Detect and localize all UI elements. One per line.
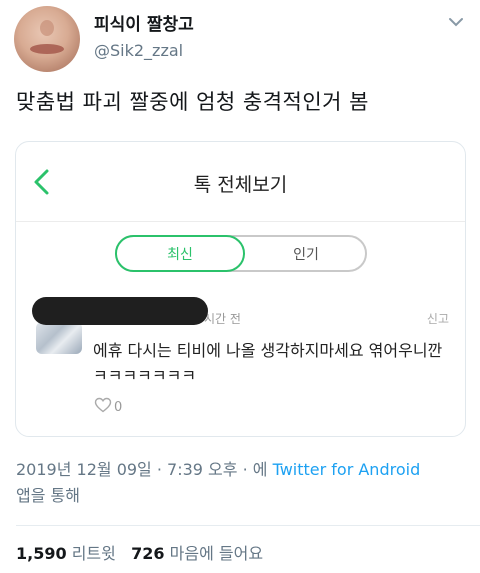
timestamp[interactable]: 2019년 12월 09일 · 7:39 오후 · 에 <box>16 460 267 479</box>
user-handle[interactable]: @Sik2_zzal <box>94 41 183 60</box>
media-screen-title: 톡 전체보기 <box>193 174 288 196</box>
tweet-meta: 2019년 12월 09일 · 7:39 오후 · 에 Twitter for … <box>16 457 466 509</box>
retweet-stat[interactable]: 1,590 리트윗 <box>16 544 116 563</box>
comment-time: 시간 전 <box>204 312 241 326</box>
retweet-count: 1,590 <box>16 544 67 563</box>
avatar[interactable] <box>14 6 80 72</box>
source-link[interactable]: Twitter for Android <box>273 460 421 479</box>
comment-avatar <box>36 322 82 354</box>
like-label: 마음에 들어요 <box>169 544 264 563</box>
avatar-face-detail <box>30 44 64 54</box>
tab-latest: 최신 <box>115 235 245 272</box>
tweet-stats: 1,590 리트윗 726 마음에 들어요 <box>16 540 263 564</box>
chevron-down-icon[interactable] <box>446 12 466 32</box>
report-label: 신고 <box>426 312 449 326</box>
comment-like: 0 <box>94 397 122 417</box>
avatar-face-detail <box>40 20 54 36</box>
source-suffix: 앱을 통해 <box>16 486 80 505</box>
sort-toggle: 최신 인기 <box>115 235 367 272</box>
tweet-text: 맞춤법 파괴 짤중에 엄청 충격적인거 봄 <box>16 90 369 114</box>
heart-icon <box>94 397 112 417</box>
divider <box>16 525 480 526</box>
comment-like-count: 0 <box>114 399 123 415</box>
like-count: 726 <box>131 544 165 563</box>
tweet: 피식이 짤창고 @Sik2_zzal 맞춤법 파괴 짤중에 엄청 충격적인거 봄… <box>0 0 480 573</box>
tab-popular: 인기 <box>293 246 319 263</box>
tweet-media-image[interactable]: 톡 전체보기 최신 인기 시간 전 신고 에휴 다시는 티비에 나올 생각하지마… <box>15 141 466 437</box>
media-screen-header: 톡 전체보기 <box>16 142 465 222</box>
comment-text: 에휴 다시는 티비에 나올 생각하지마세요 엮어우니깐 ㅋㅋㅋㅋㅋㅋㅋ <box>93 341 443 385</box>
redaction-bar <box>32 297 208 325</box>
retweet-label: 리트윗 <box>71 544 116 563</box>
display-name[interactable]: 피식이 짤창고 <box>94 10 194 35</box>
like-stat[interactable]: 726 마음에 들어요 <box>131 544 263 563</box>
